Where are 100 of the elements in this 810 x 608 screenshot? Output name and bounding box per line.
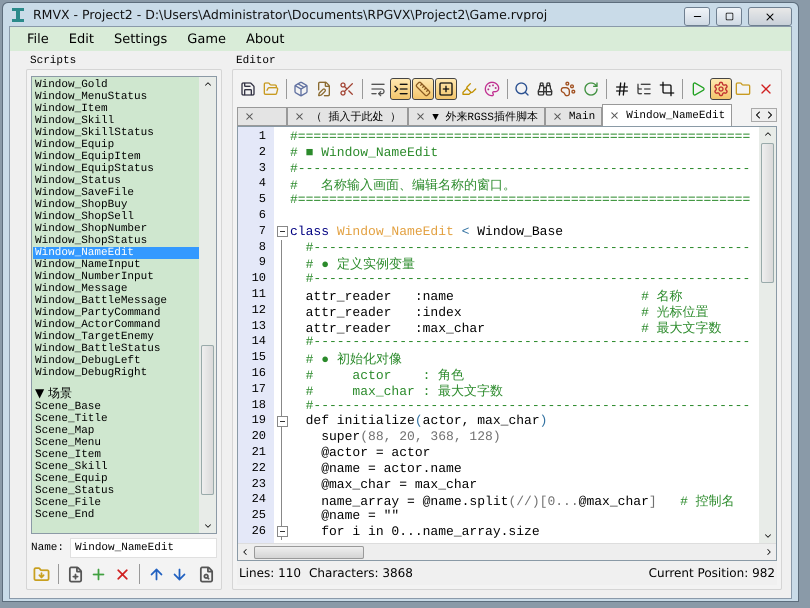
script-item[interactable]: Scene_Status xyxy=(33,485,199,497)
line-number: 15 xyxy=(250,350,267,366)
indent-button[interactable] xyxy=(390,78,412,100)
script-item[interactable]: Scene_File xyxy=(33,497,199,509)
code-text: attr_reader :index xyxy=(304,304,463,320)
close-button[interactable] xyxy=(748,7,792,26)
tab-scroll-arrows[interactable] xyxy=(751,108,777,122)
script-item[interactable]: Scene_Item xyxy=(33,449,199,461)
editor-tab[interactable]: Window_NameEdit xyxy=(602,104,732,126)
close-icon[interactable] xyxy=(609,110,620,121)
script-item[interactable]: Scene_Equip xyxy=(33,473,199,485)
script-item[interactable]: Window_TargetEnemy xyxy=(33,331,199,343)
script-item[interactable]: Window_ShopBuy xyxy=(33,199,199,211)
search-icon xyxy=(514,81,530,97)
minimize-button[interactable] xyxy=(684,7,710,26)
binoculars-icon xyxy=(537,81,554,97)
script-item[interactable]: Scene_Base xyxy=(33,401,199,413)
fold-icon[interactable] xyxy=(276,226,288,238)
line-number: 6 xyxy=(258,208,267,224)
up-arrow-icon xyxy=(148,566,165,582)
fold-icon[interactable] xyxy=(276,416,288,427)
script-item[interactable]: Window_BattleMessage xyxy=(33,295,199,307)
script-item[interactable]: Window_NameInput xyxy=(33,259,199,271)
line-number: 16 xyxy=(250,366,267,382)
line-number: 1 xyxy=(258,129,267,145)
scrollbar[interactable] xyxy=(759,127,776,543)
line-number: 25 xyxy=(250,508,267,524)
menu-item[interactable]: Settings xyxy=(104,30,176,48)
script-item[interactable]: Window_DebugLeft xyxy=(33,355,199,367)
square-plus-button[interactable] xyxy=(435,78,457,100)
scroll-thumb[interactable] xyxy=(201,345,214,495)
script-item[interactable]: Window_Skill xyxy=(33,115,199,127)
script-item[interactable]: Window_Gold xyxy=(33,79,199,91)
editor-tab[interactable]: ▼ 外来RGSS插件脚本 xyxy=(408,107,545,126)
script-item[interactable]: Window_PartyCommand xyxy=(33,307,199,319)
editor-tab[interactable]: Main xyxy=(544,107,602,126)
script-item[interactable]: Scene_Map xyxy=(33,425,199,437)
group-header[interactable]: ▼ 场景 xyxy=(33,385,199,401)
scrollbar[interactable] xyxy=(199,77,216,533)
ruler-button[interactable] xyxy=(412,78,434,100)
script-item[interactable]: Window_Equip xyxy=(33,139,199,151)
script-item[interactable]: Scene_End xyxy=(33,509,199,521)
menu-item[interactable]: File xyxy=(18,30,58,48)
name-field[interactable]: Window_NameEdit xyxy=(70,538,217,558)
code-text: @name = "" xyxy=(320,508,400,524)
script-item[interactable]: Window_SkillStatus xyxy=(33,127,199,139)
horizontal-scrollbar[interactable] xyxy=(238,543,776,560)
scroll-thumb[interactable] xyxy=(254,546,364,558)
name-label: Name: xyxy=(31,542,64,554)
code-text: actor, max_char xyxy=(422,413,540,428)
close-icon xyxy=(764,10,776,22)
fold-icon[interactable] xyxy=(276,526,288,538)
maximize-button[interactable] xyxy=(716,7,742,26)
close-icon[interactable] xyxy=(415,111,426,122)
line-number: 9 xyxy=(258,255,267,272)
script-item[interactable]: Scene_Menu xyxy=(33,437,199,449)
code-text: #========================================================== xyxy=(290,192,750,208)
script-item[interactable]: Scene_Title xyxy=(33,413,199,425)
app-icon xyxy=(9,6,27,24)
close-icon[interactable] xyxy=(244,111,255,122)
scroll-thumb[interactable] xyxy=(761,143,774,283)
menu-item[interactable]: Edit xyxy=(60,30,103,48)
line-number: 23 xyxy=(250,476,267,492)
script-item[interactable]: Scene_Skill xyxy=(33,461,199,473)
script-item[interactable]: Window_ActorCommand xyxy=(33,319,199,331)
close-icon[interactable] xyxy=(552,111,563,122)
menu-item[interactable]: Game xyxy=(178,30,235,48)
code-text: name_array = @name.split xyxy=(320,494,508,510)
code-text: attr_reader :name xyxy=(304,288,455,304)
script-item[interactable]: Window_EquipItem xyxy=(33,151,199,163)
code-text: #========================================================== xyxy=(290,129,750,144)
code-text: ] xyxy=(648,494,657,510)
menu-item[interactable]: About xyxy=(236,30,294,48)
code-text: @max_char xyxy=(578,494,649,510)
script-item[interactable]: Window_Message xyxy=(33,283,199,295)
code-text: # ● 初始化对像 xyxy=(304,352,402,368)
highlighter-icon xyxy=(460,81,477,97)
script-item[interactable]: Window_SaveFile xyxy=(33,187,199,199)
line-number: 13 xyxy=(250,318,267,334)
script-item[interactable]: Window_Status xyxy=(33,175,199,187)
script-item[interactable]: Window_DebugRight xyxy=(33,367,199,379)
script-item[interactable]: Window_EquipStatus xyxy=(33,163,199,175)
script-item[interactable]: Window_ShopStatus xyxy=(33,235,199,247)
settings-button[interactable] xyxy=(710,78,732,100)
code-editor[interactable] xyxy=(237,126,777,561)
editor-tab[interactable]: （ 插入于此处 ） xyxy=(287,107,408,126)
code-text: # 名称输入画面、编辑名称的窗口。 xyxy=(290,178,516,194)
script-item[interactable]: Window_NumberInput xyxy=(33,271,199,283)
script-item[interactable]: Window_MenuStatus xyxy=(33,91,199,103)
script-item[interactable]: Window_ShopNumber xyxy=(33,223,199,235)
script-item[interactable]: Window_Item xyxy=(33,103,199,115)
code-text: # 最大文字数 xyxy=(641,320,722,336)
script-item[interactable]: Window_ShopSell xyxy=(33,211,199,223)
script-item[interactable]: Window_BattleStatus xyxy=(33,343,199,355)
code-text: #-------------------------------------------------------- xyxy=(304,398,750,413)
down-arrow-icon xyxy=(171,566,188,582)
line-number: 3 xyxy=(258,160,267,176)
line-number: 5 xyxy=(258,192,267,208)
close-icon[interactable] xyxy=(294,111,305,122)
folder-icon xyxy=(262,81,279,97)
